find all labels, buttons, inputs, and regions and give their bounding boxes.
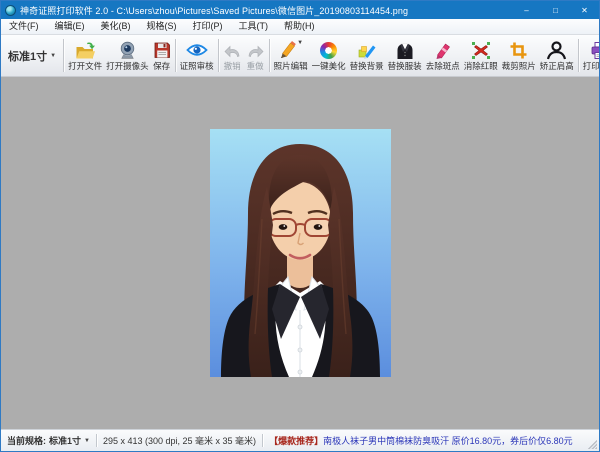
- photo-edit-button[interactable]: ▼ 照片编辑: [272, 35, 310, 76]
- promo-ad-tag: 【爆款推荐】: [269, 434, 323, 447]
- suit-icon: [395, 40, 415, 60]
- titlebar: 神奇证照打印软件 2.0 - C:\Users\zhou\Pictures\Sa…: [1, 1, 599, 19]
- open-file-button[interactable]: 打开文件: [66, 35, 104, 76]
- menu-beautify[interactable]: 美化(B): [93, 19, 139, 34]
- app-window: 神奇证照打印软件 2.0 - C:\Users\zhou\Pictures\Sa…: [0, 0, 600, 452]
- background-brush-icon: [357, 40, 377, 60]
- statusbar-separator: [96, 434, 97, 447]
- folder-open-icon: [75, 40, 96, 60]
- menu-file[interactable]: 文件(F): [1, 19, 47, 34]
- current-spec-dropdown[interactable]: 当前规格: 标准1寸 ▼: [7, 434, 90, 447]
- toolbar-separator: [578, 39, 579, 72]
- id-photo: [210, 129, 391, 377]
- resize-grip[interactable]: [586, 438, 597, 449]
- maximize-button[interactable]: □: [541, 1, 570, 19]
- statusbar: 当前规格: 标准1寸 ▼ 295 x 413 (300 dpi, 25 毫米 x…: [1, 429, 599, 451]
- minimize-button[interactable]: –: [512, 1, 541, 19]
- menubar: 文件(F) 编辑(E) 美化(B) 规格(S) 打印(P) 工具(T) 帮助(H…: [1, 19, 599, 35]
- close-button[interactable]: ✕: [570, 1, 599, 19]
- photo-canvas: [1, 77, 599, 429]
- correct-shoulder-button[interactable]: 矫正肩高: [538, 35, 576, 76]
- chevron-down-icon: ▼: [50, 53, 56, 59]
- menu-edit[interactable]: 编辑(E): [47, 19, 93, 34]
- menu-help[interactable]: 帮助(H): [276, 19, 323, 34]
- red-eye-icon: [471, 40, 491, 60]
- remove-red-eye-button[interactable]: 消除红眼: [462, 35, 500, 76]
- spec-dropdown-label: 标准1寸: [8, 48, 47, 64]
- replace-clothes-button[interactable]: 替换服装: [386, 35, 424, 76]
- menu-print[interactable]: 打印(P): [185, 19, 231, 34]
- open-camera-button[interactable]: 打开摄像头: [104, 35, 151, 76]
- menu-tools[interactable]: 工具(T): [231, 19, 277, 34]
- replace-background-button[interactable]: 替换背景: [348, 35, 386, 76]
- toolbar: 标准1寸 ▼ 打开文件: [1, 35, 599, 77]
- statusbar-separator: [262, 434, 263, 447]
- color-wheel-icon: [320, 42, 337, 59]
- shoulder-icon: [546, 40, 567, 60]
- undo-icon: [223, 40, 242, 60]
- redo-icon: [246, 40, 265, 60]
- chevron-down-icon: ▼: [297, 40, 303, 46]
- toolbar-separator: [63, 39, 64, 72]
- current-spec-label: 当前规格:: [7, 434, 46, 447]
- promo-ad-link[interactable]: 【爆款推荐】 南极人袜子男中筒棉袜防臭吸汗 原价16.80元，券后价仅6.80元: [269, 434, 573, 447]
- webcam-icon: [118, 40, 137, 60]
- undo-button[interactable]: 撤销: [221, 35, 244, 76]
- chevron-down-icon: ▼: [84, 438, 90, 444]
- print-photo-button[interactable]: 打印照片: [581, 35, 599, 76]
- save-button[interactable]: 保存: [151, 35, 173, 76]
- blemish-pen-icon: [434, 40, 452, 60]
- promo-ad-text: 南极人袜子男中筒棉袜防臭吸汗 原价16.80元，券后价仅6.80元: [323, 434, 573, 447]
- photo-review-button[interactable]: 证照审核: [178, 35, 216, 76]
- current-spec-value: 标准1寸: [49, 434, 81, 447]
- one-key-beautify-button[interactable]: 一键美化: [310, 35, 348, 76]
- crop-photo-button[interactable]: 裁剪照片: [500, 35, 538, 76]
- menu-spec[interactable]: 规格(S): [139, 19, 185, 34]
- window-title: 神奇证照打印软件 2.0 - C:\Users\zhou\Pictures\Sa…: [20, 4, 512, 17]
- toolbar-separator: [175, 39, 176, 72]
- photo-dimensions: 295 x 413 (300 dpi, 25 毫米 x 35 毫米): [103, 434, 256, 447]
- toolbar-separator: [269, 39, 270, 72]
- redo-button[interactable]: 重做: [244, 35, 267, 76]
- printer-icon: [590, 40, 599, 60]
- toolbar-separator: [218, 39, 219, 72]
- crop-icon: [509, 40, 528, 60]
- remove-blemish-button[interactable]: 去除斑点: [424, 35, 462, 76]
- eye-review-icon: [186, 40, 208, 60]
- app-icon: [5, 5, 16, 16]
- window-controls: – □ ✕: [512, 1, 599, 19]
- spec-dropdown[interactable]: 标准1寸 ▼: [3, 44, 61, 68]
- save-icon: [153, 40, 171, 60]
